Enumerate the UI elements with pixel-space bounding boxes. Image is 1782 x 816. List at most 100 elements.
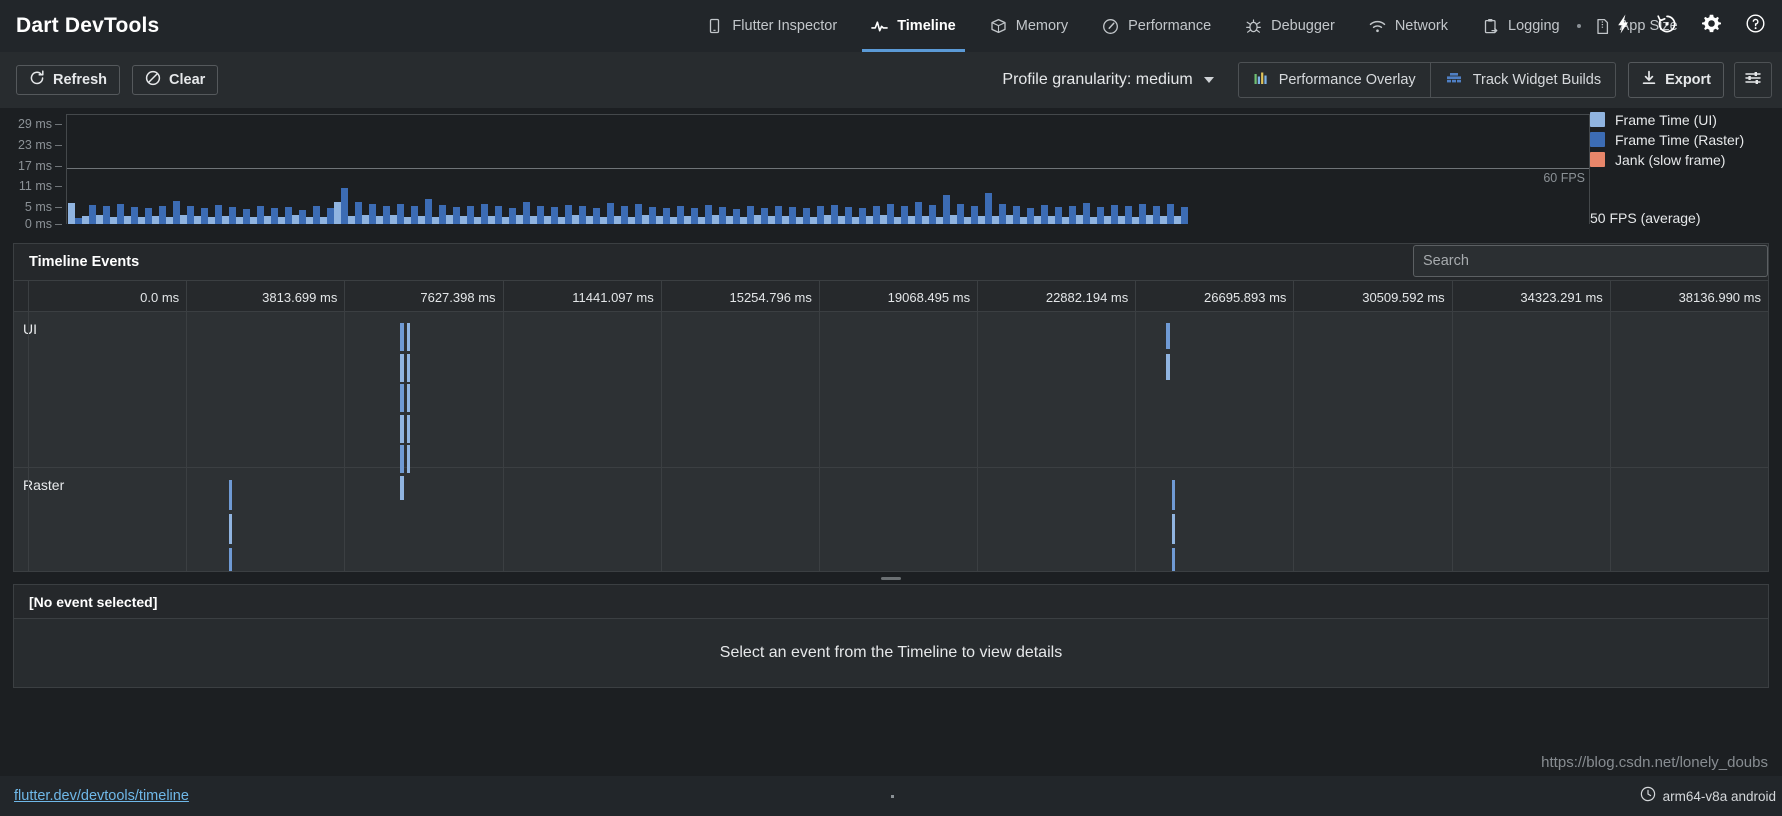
frame-bar-group[interactable] xyxy=(474,115,488,224)
frame-bar-group[interactable] xyxy=(446,115,460,224)
timeline-event[interactable] xyxy=(1172,514,1175,544)
export-button[interactable]: Export xyxy=(1628,62,1724,98)
tab-timeline[interactable]: Timeline xyxy=(854,0,973,52)
frame-bar-group[interactable] xyxy=(1062,115,1076,224)
tab-flutter-inspector[interactable]: Flutter Inspector xyxy=(689,0,854,52)
frame-bar-group[interactable] xyxy=(586,115,600,224)
frame-bar-group[interactable] xyxy=(684,115,698,224)
frame-bar-group[interactable] xyxy=(726,115,740,224)
hot-restart-button[interactable] xyxy=(1646,5,1688,47)
frame-bar-group[interactable] xyxy=(376,115,390,224)
frame-bar-group[interactable] xyxy=(950,115,964,224)
frame-bar-group[interactable] xyxy=(460,115,474,224)
timeline-event[interactable] xyxy=(407,445,410,473)
frame-bar-group[interactable] xyxy=(110,115,124,224)
frame-bar-group[interactable] xyxy=(124,115,138,224)
frame-bar-group[interactable] xyxy=(320,115,334,224)
frame-bar-group[interactable] xyxy=(824,115,838,224)
frame-bar-group[interactable] xyxy=(530,115,544,224)
timeline-event[interactable] xyxy=(407,415,410,443)
timeline-event[interactable] xyxy=(229,480,232,510)
frame-bar-group[interactable] xyxy=(796,115,810,224)
frame-bar-group[interactable] xyxy=(978,115,992,224)
frame-bar-group[interactable] xyxy=(348,115,362,224)
frame-bar-group[interactable] xyxy=(1006,115,1020,224)
frame-bar-group[interactable] xyxy=(642,115,656,224)
frame-bar-group[interactable] xyxy=(572,115,586,224)
performance-overlay-toggle[interactable]: Performance Overlay xyxy=(1239,63,1430,97)
splitter-handle[interactable] xyxy=(881,576,901,580)
chart-plot-area[interactable]: 60 FPS xyxy=(66,114,1590,224)
frame-bar-group[interactable] xyxy=(656,115,670,224)
frame-bar-group[interactable] xyxy=(936,115,950,224)
frame-bar-group[interactable] xyxy=(1020,115,1034,224)
frame-bar-group[interactable] xyxy=(768,115,782,224)
timeline-event[interactable] xyxy=(400,445,404,473)
frame-bar-group[interactable] xyxy=(152,115,166,224)
panel-splitter[interactable] xyxy=(0,572,1782,584)
frame-bar-group[interactable] xyxy=(670,115,684,224)
frame-bar-group[interactable] xyxy=(992,115,1006,224)
timeline-event[interactable] xyxy=(229,548,232,571)
frame-bar-group[interactable] xyxy=(754,115,768,224)
timeline-event[interactable] xyxy=(407,323,410,351)
frame-bar-group[interactable] xyxy=(1118,115,1132,224)
timeline-event[interactable] xyxy=(407,354,410,382)
settings-button[interactable] xyxy=(1690,5,1732,47)
frame-bar-group[interactable] xyxy=(334,115,348,224)
timeline-event[interactable] xyxy=(1172,548,1175,571)
frame-bar-group[interactable] xyxy=(502,115,516,224)
frame-bar-group[interactable] xyxy=(880,115,894,224)
timeline-event[interactable] xyxy=(400,323,404,351)
frame-bar-group[interactable] xyxy=(838,115,852,224)
frame-bar-group[interactable] xyxy=(1174,115,1188,224)
frame-bar-group[interactable] xyxy=(740,115,754,224)
frame-bar-group[interactable] xyxy=(628,115,642,224)
frame-bar-group[interactable] xyxy=(138,115,152,224)
tab-network[interactable]: Network xyxy=(1352,0,1465,52)
frame-bar-group[interactable] xyxy=(236,115,250,224)
device-info[interactable]: arm64-v8a android xyxy=(1640,786,1776,807)
frame-bar-group[interactable] xyxy=(432,115,446,224)
timeline-event[interactable] xyxy=(1166,354,1170,380)
timeline-event[interactable] xyxy=(400,384,404,412)
frame-bar-group[interactable] xyxy=(306,115,320,224)
frame-bar-group[interactable] xyxy=(292,115,306,224)
frame-bar-group[interactable] xyxy=(278,115,292,224)
timeline-tracks[interactable]: UI Raster xyxy=(14,312,1768,571)
timeline-event[interactable] xyxy=(1166,323,1170,349)
frame-bar-group[interactable] xyxy=(404,115,418,224)
frame-bar-group[interactable] xyxy=(922,115,936,224)
frame-bar-group[interactable] xyxy=(1132,115,1146,224)
frame-bar-group[interactable] xyxy=(964,115,978,224)
frame-bar-group[interactable] xyxy=(1076,115,1090,224)
tab-memory[interactable]: Memory xyxy=(973,0,1085,52)
frame-bar-group[interactable] xyxy=(222,115,236,224)
frame-bar-group[interactable] xyxy=(852,115,866,224)
timeline-event[interactable] xyxy=(1172,480,1175,510)
frame-bar-group[interactable] xyxy=(264,115,278,224)
frame-bar-group[interactable] xyxy=(1104,115,1118,224)
frame-bar-group[interactable] xyxy=(712,115,726,224)
frame-bar-group[interactable] xyxy=(558,115,572,224)
clear-button[interactable]: Clear xyxy=(132,65,219,95)
frame-bar-group[interactable] xyxy=(194,115,208,224)
timeline-event[interactable] xyxy=(407,384,410,412)
frame-bar-group[interactable] xyxy=(418,115,432,224)
frame-bar-group[interactable] xyxy=(1090,115,1104,224)
help-button[interactable] xyxy=(1734,5,1776,47)
frame-bar-group[interactable] xyxy=(894,115,908,224)
frame-bar-group[interactable] xyxy=(866,115,880,224)
frame-bar-group[interactable] xyxy=(362,115,376,224)
tab-debugger[interactable]: Debugger xyxy=(1228,0,1352,52)
frame-bar-group[interactable] xyxy=(1034,115,1048,224)
tab-performance[interactable]: Performance xyxy=(1085,0,1228,52)
frame-bar-group[interactable] xyxy=(544,115,558,224)
hot-reload-button[interactable] xyxy=(1602,5,1644,47)
timeline-event[interactable] xyxy=(400,415,404,443)
frame-bar-group[interactable] xyxy=(782,115,796,224)
frame-bar-group[interactable] xyxy=(1048,115,1062,224)
frame-bar-group[interactable] xyxy=(82,115,96,224)
search-input[interactable] xyxy=(1413,245,1768,277)
frame-bar-group[interactable] xyxy=(180,115,194,224)
